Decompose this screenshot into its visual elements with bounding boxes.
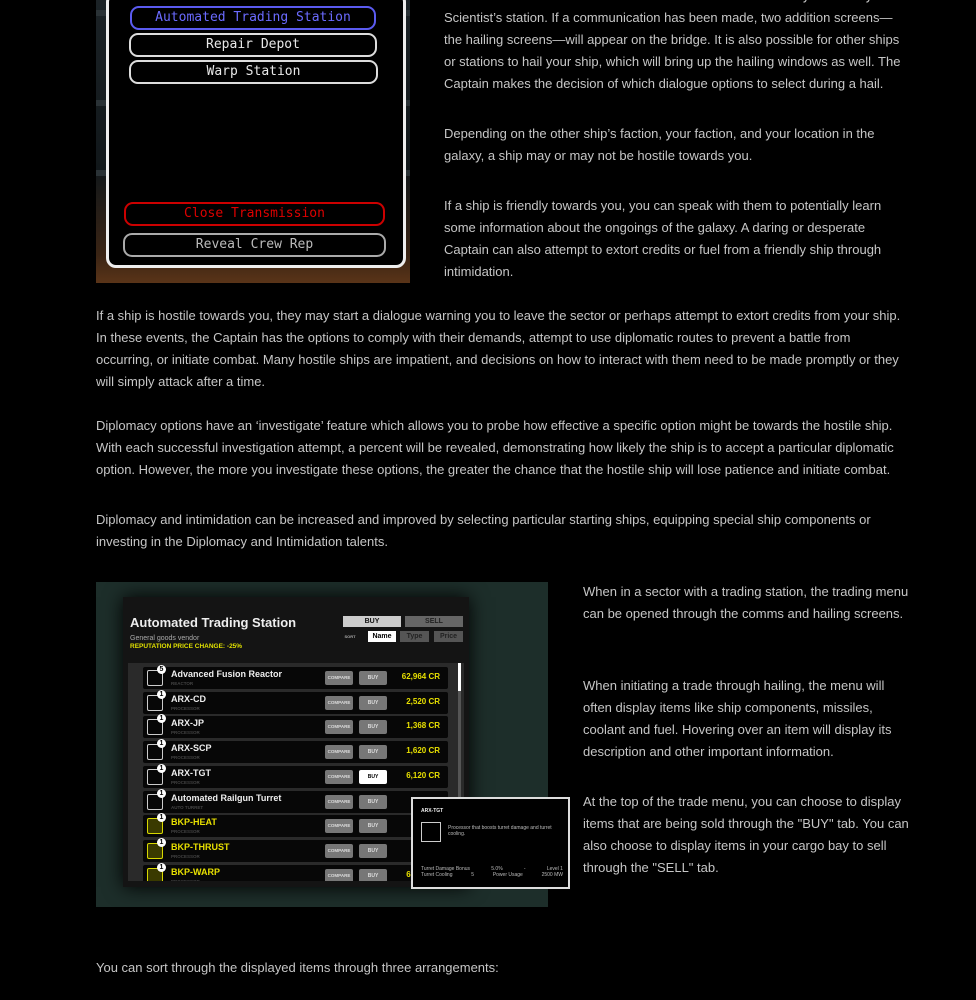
item-type: PROCESSOR (171, 879, 200, 881)
item-price: 6,120 CR (406, 770, 440, 780)
item-type: PROCESSOR (171, 705, 200, 711)
item-row[interactable]: 1 ARX-SCP PROCESSOR COMPARE BUY 1,620 CR (143, 739, 448, 764)
stat-value: 5 (471, 872, 475, 878)
item-count-badge: 1 (157, 739, 166, 749)
compare-button[interactable]: COMPARE (325, 868, 353, 881)
hailing-screen-image: Automated Trading Station Repair Depot W… (96, 0, 410, 283)
reputation-price-change: REPUTATION PRICE CHANGE: -25% (130, 643, 243, 650)
item-type: PROCESSOR (171, 829, 200, 835)
stat-label: Turret Cooling (421, 872, 453, 878)
compare-button[interactable]: COMPARE (325, 745, 353, 760)
tooltip-stats: Turret Damage Bonus 5.0% - Level 1 Turret C… (421, 866, 563, 878)
buy-button[interactable]: BUY (359, 769, 387, 784)
item-type: PROCESSOR (171, 755, 200, 761)
sort-type[interactable]: Type (400, 631, 429, 642)
trade-subtitle: General goods vendor (130, 635, 200, 642)
hailing-screen: Automated Trading Station Repair Depot W… (106, 0, 406, 268)
buy-button[interactable]: BUY (359, 695, 387, 710)
compare-button[interactable]: COMPARE (325, 819, 353, 834)
item-count-badge: 1 (157, 862, 166, 872)
item-count-badge: 1 (157, 714, 166, 724)
item-type: PROCESSOR (171, 730, 200, 736)
buy-button[interactable]: BUY (359, 745, 387, 760)
item-name: ARX-JP (171, 718, 205, 729)
item-price: 1,368 CR (406, 721, 440, 731)
item-count-badge: 1 (157, 763, 166, 773)
item-price: 1,620 CR (406, 746, 440, 756)
reveal-crew-rep-button[interactable]: Reveal Crew Rep (123, 233, 386, 257)
stat-label: Power Usage (492, 872, 523, 878)
compare-button[interactable]: COMPARE (325, 671, 353, 685)
sort-price[interactable]: Price (434, 631, 463, 642)
trading-menu-image: Automated Trading Station General goods … (96, 582, 570, 907)
item-name: BKP-THRUST (171, 841, 230, 852)
item-count-badge: 1 (157, 813, 166, 823)
buy-button[interactable]: BUY (359, 843, 387, 858)
item-name: ARX-CD (171, 693, 206, 704)
item-row[interactable]: 1 ARX-JP PROCESSOR COMPARE BUY 1,368 CR (143, 714, 448, 739)
hail-option-warp-station[interactable]: Warp Station (129, 60, 378, 84)
item-price: 62,964 CR (401, 672, 440, 681)
item-name: BKP-HEAT (171, 817, 217, 828)
sort-label: SORT (344, 634, 356, 639)
item-count-badge: 5 (157, 665, 166, 674)
trade-paragraph: When initiating a trade through hailing,… (583, 678, 892, 759)
buy-button[interactable]: BUY (359, 868, 387, 881)
compare-button[interactable]: COMPARE (325, 769, 353, 784)
item-row[interactable]: 1 ARX-CD PROCESSOR COMPARE BUY 2,520 CR (143, 689, 448, 714)
hail-option-trading-station[interactable]: Automated Trading Station (130, 6, 376, 30)
stat-value: 2500 MW (541, 872, 563, 878)
processor-icon (421, 822, 441, 842)
item-name: Automated Railgun Turret (171, 792, 282, 803)
item-name: ARX-SCP (171, 743, 212, 754)
item-row[interactable]: 1 Automated Railgun Turret AUTO TURRET COMP… (143, 788, 448, 813)
compare-button[interactable]: COMPARE (325, 695, 353, 710)
trading-panel: Automated Trading Station General goods … (123, 597, 570, 889)
item-name: ARX-TGT (171, 767, 211, 778)
buy-button[interactable]: BUY (359, 720, 387, 735)
intro-paragraph: initiate communication with them. The Co… (444, 0, 901, 91)
item-count-badge: 1 (157, 837, 166, 847)
trade-paragraph: When in a sector with a trading station,… (583, 584, 909, 621)
tooltip-description: Processor that boosts turret damage and … (448, 825, 552, 837)
buy-button[interactable]: BUY (359, 671, 387, 685)
trade-title: Automated Trading Station (130, 615, 297, 630)
body-paragraph: Diplomacy options have an ‘investigate’ … (96, 418, 894, 477)
sort-name[interactable]: Name (368, 631, 396, 642)
final-paragraph: You can sort through the displayed items… (96, 960, 499, 975)
item-count-badge: 1 (157, 788, 166, 798)
item-row[interactable]: 1 BKP-HEAT PROCESSOR COMPARE BUY (143, 813, 448, 838)
hail-option-repair-depot[interactable]: Repair Depot (129, 33, 377, 57)
close-transmission-button[interactable]: Close Transmission (124, 202, 385, 226)
body-paragraph: If a ship is hostile towards you, they m… (96, 308, 901, 389)
compare-button[interactable]: COMPARE (325, 720, 353, 735)
item-row[interactable]: 1 BKP-THRUST PROCESSOR COMPARE BUY (143, 837, 448, 862)
item-type: AUTO TURRET (171, 804, 204, 810)
item-row[interactable]: 1 ARX-TGT PROCESSOR COMPARE BUY 6,120 CR (143, 763, 448, 788)
item-count-badge: 1 (157, 689, 166, 699)
item-tooltip: ARX-TGT Processor that boosts turret dam… (411, 797, 570, 889)
item-row[interactable]: 1BKP-WARPPROCESSORCOMPAREBUY6,120 CR (143, 862, 448, 881)
stat-label: - (523, 866, 526, 872)
buy-button[interactable]: BUY (359, 794, 387, 809)
tab-sell[interactable]: SELL (405, 616, 463, 627)
compare-button[interactable]: COMPARE (325, 794, 353, 809)
item-name: Advanced Fusion Reactor (171, 669, 283, 679)
item-name: BKP-WARP (171, 866, 220, 877)
item-price: 2,520 CR (406, 696, 440, 706)
tab-buy[interactable]: BUY (343, 616, 401, 627)
item-row[interactable]: 5 Advanced Fusion Reactor REACTOR COMPARE BU… (143, 665, 448, 689)
item-type: PROCESSOR (171, 779, 200, 785)
body-paragraph: Diplomacy and intimidation can be increa… (96, 512, 871, 549)
compare-button[interactable]: COMPARE (325, 843, 353, 858)
buy-button[interactable]: BUY (359, 819, 387, 834)
item-type: PROCESSOR (171, 853, 200, 859)
tooltip-name: ARX-TGT (421, 808, 444, 814)
trade-paragraph: At the top of the trade menu, you can ch… (583, 794, 909, 875)
item-type: REACTOR (171, 681, 194, 686)
intro-paragraph: Depending on the other ship’s faction, y… (444, 126, 875, 163)
intro-paragraph: If a ship is friendly towards you, you c… (444, 198, 882, 279)
